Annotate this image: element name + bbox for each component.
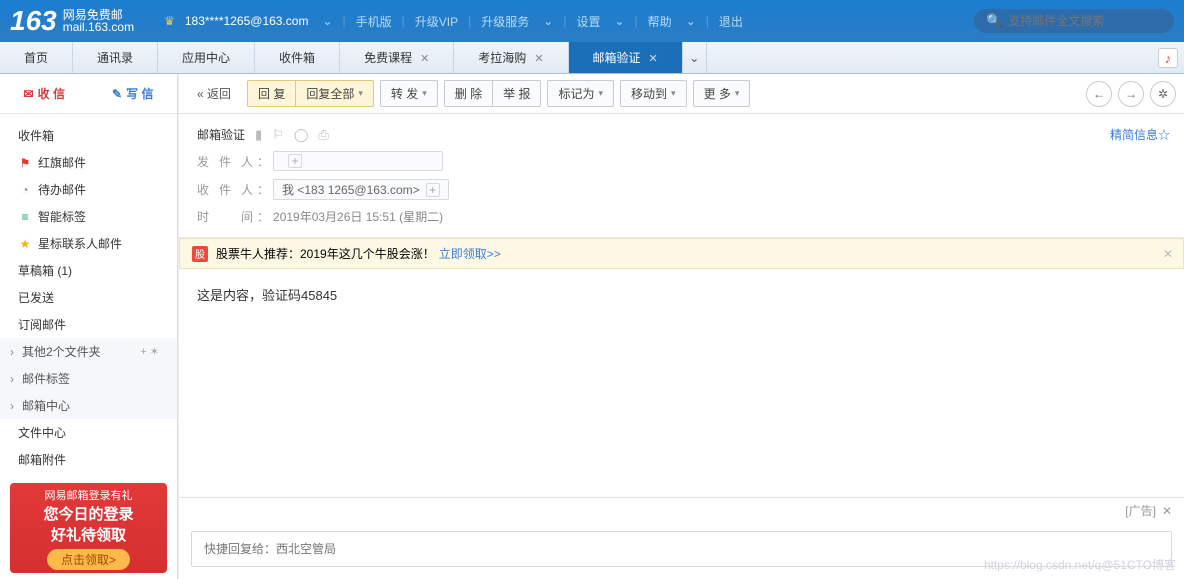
folder-todo[interactable]: ◔待办邮件 <box>0 176 177 203</box>
tabs-menu[interactable]: ⌄ <box>683 42 707 73</box>
chevron-right-icon: › <box>10 399 14 413</box>
flag-icon: ⚑ <box>18 156 32 170</box>
folder-files[interactable]: 文件中心 <box>0 419 177 446</box>
close-icon[interactable]: ✕ <box>1162 504 1172 518</box>
quick-reply[interactable] <box>191 531 1172 567</box>
tab-contacts[interactable]: 通讯录 <box>73 42 158 73</box>
promo-button[interactable]: 点击领取> <box>47 549 130 570</box>
tab-bar: 首页 通讯录 应用中心 收件箱 免费课程✕ 考拉海购✕ 邮箱验证✕ ⌄ ♪ <box>0 42 1184 74</box>
plus-icon[interactable]: + <box>426 183 440 197</box>
search-input[interactable] <box>1008 14 1163 28</box>
chevron-down-icon: ▾ <box>735 88 740 99</box>
tag-icon: ≡ <box>18 210 32 224</box>
folder-sent[interactable]: 已发送 <box>0 284 177 311</box>
inbox-icon: ✉ <box>24 87 34 101</box>
move-button[interactable]: 移动到▾ <box>620 80 687 107</box>
reply-all-button[interactable]: 回复全部▾ <box>295 80 374 107</box>
mail-time: 2019年03月26日 15:51 (星期二) <box>273 208 443 225</box>
link-mobile[interactable]: 手机版 <box>352 13 396 30</box>
chevron-down-icon: ▾ <box>358 88 363 99</box>
toolbar: « 返回 回 复 回复全部▾ 转 发▾ 删 除 举 报 标记为▾ 移动到▾ 更 … <box>179 74 1184 114</box>
prev-button[interactable]: ← <box>1086 81 1112 107</box>
concise-link[interactable]: 精简信息☆ <box>1110 126 1170 143</box>
reply-button[interactable]: 回 复 <box>247 80 296 107</box>
compose-button[interactable]: ✎写 信 <box>89 74 178 113</box>
plus-icon[interactable]: + <box>288 154 302 168</box>
folder-group-other[interactable]: ›其他2个文件夹+ ✶ <box>0 338 177 365</box>
crown-icon: ♛ <box>164 14 175 28</box>
folder-attach[interactable]: 邮箱附件 <box>0 446 177 473</box>
link-settings[interactable]: 设置 <box>572 13 604 30</box>
quick-reply-input[interactable] <box>192 532 1171 566</box>
close-icon[interactable]: ✕ <box>649 53 658 65</box>
search-icon: 🔍 <box>986 13 1002 29</box>
close-icon[interactable]: ✕ <box>1163 247 1173 261</box>
star-icon: ★ <box>18 237 32 251</box>
mail-header: 邮箱验证 ▮ ⚐ ◯ ⎙ 精简信息☆ 发件人： + 收件人： 我 <183 12… <box>179 114 1184 238</box>
search-box[interactable]: 🔍 <box>974 9 1174 33</box>
ad-icon: 股 <box>192 246 208 262</box>
folder-star[interactable]: ★星标联系人邮件 <box>0 230 177 257</box>
content: « 返回 回 复 回复全部▾ 转 发▾ 删 除 举 报 标记为▾ 移动到▾ 更 … <box>178 74 1184 579</box>
folder-draft[interactable]: 草稿箱 (1) <box>0 257 177 284</box>
tab-verify[interactable]: 邮箱验证✕ <box>569 42 683 73</box>
sidebar: ✉收 信 ✎写 信 收件箱 ⚑红旗邮件 ◔待办邮件 ≡智能标签 ★星标联系人邮件… <box>0 74 178 579</box>
flag-outline-icon[interactable]: ⚐ <box>272 127 284 143</box>
compose-icon: ✎ <box>112 87 122 101</box>
tab-inbox[interactable]: 收件箱 <box>255 42 340 73</box>
bookmark-icon[interactable]: ▮ <box>255 127 262 143</box>
next-button[interactable]: → <box>1118 81 1144 107</box>
receive-button[interactable]: ✉收 信 <box>0 74 89 113</box>
circle-icon[interactable]: ◯ <box>294 127 309 143</box>
link-help[interactable]: 帮助 <box>644 13 676 30</box>
tab-course[interactable]: 免费课程✕ <box>340 42 454 73</box>
chevron-right-icon: › <box>10 372 14 386</box>
tab-kaola[interactable]: 考拉海购✕ <box>454 42 568 73</box>
ad-bar: [广告] ✕ <box>179 497 1184 523</box>
print-icon[interactable]: ⎙ <box>318 127 328 143</box>
gear-icon[interactable]: ✲ <box>1150 81 1176 107</box>
chevron-down-icon: ▾ <box>422 88 427 99</box>
link-logout[interactable]: 退出 <box>715 13 747 30</box>
logo-sub: 网易免费邮 mail.163.com <box>63 9 134 33</box>
banner-link[interactable]: 立即领取>> <box>439 245 501 262</box>
tab-apps[interactable]: 应用中心 <box>158 42 255 73</box>
folder-inbox[interactable]: 收件箱 <box>0 122 177 149</box>
forward-button[interactable]: 转 发▾ <box>380 80 438 107</box>
user-email[interactable]: 183****1265@163.com <box>185 14 309 28</box>
back-button[interactable]: « 返回 <box>187 81 241 106</box>
close-icon[interactable]: ✕ <box>420 53 429 65</box>
promo-banner[interactable]: 网易邮箱登录有礼 您今日的登录 好礼待领取 点击领取> <box>10 483 167 573</box>
report-button[interactable]: 举 报 <box>492 80 541 107</box>
top-bar: 163 网易免费邮 mail.163.com ♛ 183****1265@163… <box>0 0 1184 42</box>
chevron-down-icon: ▾ <box>598 88 603 99</box>
music-icon[interactable]: ♪ <box>1158 48 1178 68</box>
link-upgrade[interactable]: 升级服务 <box>477 13 533 30</box>
tab-home[interactable]: 首页 <box>0 42 73 73</box>
chevron-down-icon[interactable]: ⌄ <box>318 14 336 28</box>
clock-icon: ◔ <box>18 183 32 197</box>
sender-chip[interactable]: + <box>273 151 443 171</box>
folder-flag[interactable]: ⚑红旗邮件 <box>0 149 177 176</box>
folder-group-center[interactable]: ›邮箱中心 <box>0 392 177 419</box>
link-vip[interactable]: 升级VIP <box>411 13 462 30</box>
mail-body: 这是内容，验证码45845 <box>179 269 1184 497</box>
delete-button[interactable]: 删 除 <box>444 80 493 107</box>
chevron-right-icon: › <box>10 345 14 359</box>
chevron-down-icon: ▾ <box>671 88 676 99</box>
mail-subject: 邮箱验证 ▮ ⚐ ◯ ⎙ <box>197 126 1166 143</box>
logo-163: 163 <box>10 5 57 37</box>
more-button[interactable]: 更 多▾ <box>693 80 751 107</box>
recipient-chip[interactable]: 我 <183 1265@163.com>+ <box>273 179 449 200</box>
top-links: ♛ 183****1265@163.com ⌄ | 手机版| 升级VIP| 升级… <box>164 13 747 30</box>
close-icon[interactable]: ✕ <box>534 53 543 65</box>
ad-banner: 股 股票牛人推荐：2019年这几个牛股会涨！ 立即领取>> ✕ <box>179 238 1184 269</box>
folder-smart[interactable]: ≡智能标签 <box>0 203 177 230</box>
folder-group-tags[interactable]: ›邮件标签 <box>0 365 177 392</box>
folder-subscribe[interactable]: 订阅邮件 <box>0 311 177 338</box>
mark-button[interactable]: 标记为▾ <box>547 80 614 107</box>
